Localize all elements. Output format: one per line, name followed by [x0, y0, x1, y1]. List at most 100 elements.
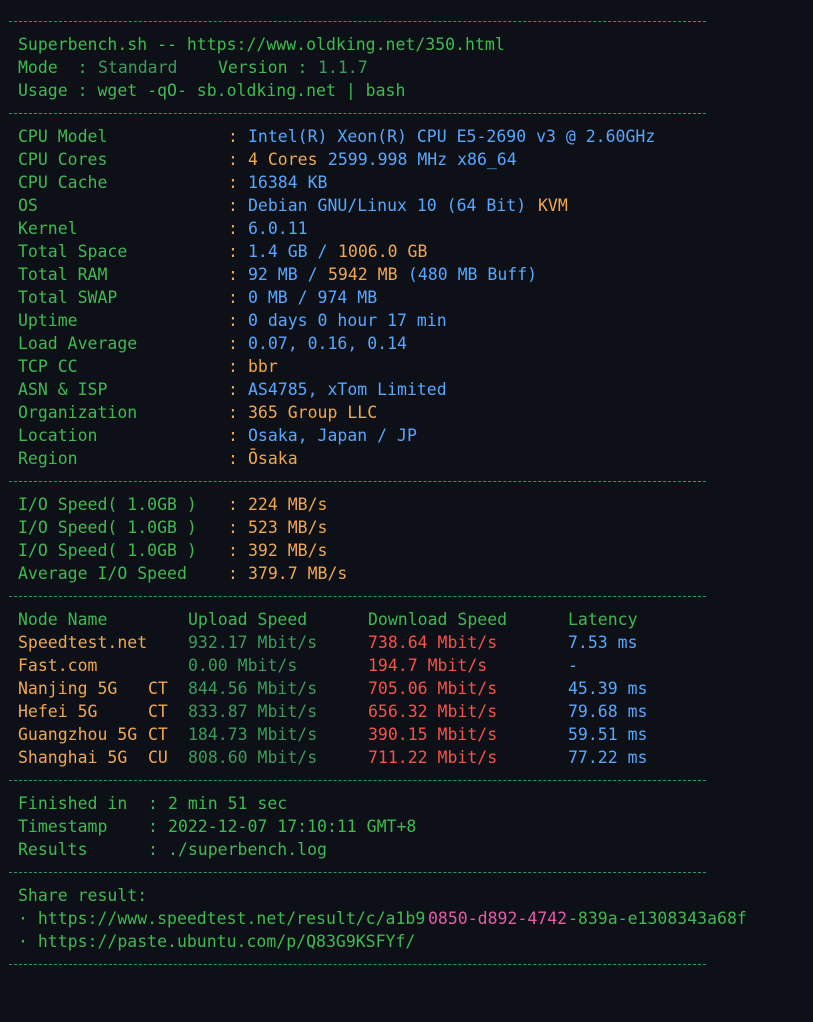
- divider: [9, 481, 706, 482]
- info-key: TCP CC: [18, 357, 78, 376]
- divider: [9, 964, 706, 965]
- latency: -: [568, 656, 578, 675]
- info-key: Uptime: [18, 311, 78, 330]
- node-name: Hefei 5G: [18, 702, 98, 721]
- colon: :: [228, 196, 248, 215]
- io-key: Average I/O Speed: [18, 564, 187, 583]
- cpu-cores-row: CPU Cores : 4 Cores 2599.998 MHz x86_64: [0, 148, 517, 171]
- info-value: Ōsaka: [248, 449, 298, 468]
- colon: :: [228, 311, 248, 330]
- latency: 45.39 ms: [568, 679, 648, 698]
- total-swap-row: Total SWAP : 0 MB / 974 MB: [0, 286, 377, 309]
- colon: :: [228, 334, 248, 353]
- colon: :: [228, 426, 248, 445]
- io-key: I/O Speed( 1.0GB ): [18, 518, 197, 537]
- title-line: Superbench.sh -- https://www.oldking.net…: [0, 33, 505, 56]
- isp-code: CT: [148, 725, 168, 744]
- kernel-row: Kernel : 6.0.11: [0, 217, 308, 240]
- info-value: 16384 KB: [248, 173, 328, 192]
- cpu-cache-row: CPU Cache : 16384 KB: [0, 171, 327, 194]
- speed-row: Nanjing 5G CT 844.56 Mbit/s 705.06 Mbit/…: [0, 677, 647, 700]
- mode-line: Mode : Standard Version : 1.1.7: [0, 56, 368, 79]
- share-link-paste[interactable]: · https://paste.ubuntu.com/p/Q83G9KSFYf/: [0, 930, 415, 953]
- colon: :: [228, 173, 248, 192]
- download-speed: 656.32 Mbit/s: [368, 702, 498, 721]
- share-label: Share result:: [18, 886, 148, 905]
- footer-key: Timestamp: [18, 817, 108, 836]
- total-space-row: Total Space : 1.4 GB / 1006.0 GB: [0, 240, 427, 263]
- download-speed: 705.06 Mbit/s: [368, 679, 498, 698]
- info-value: KVM: [538, 196, 568, 215]
- colon: :: [228, 518, 248, 537]
- colon: :: [228, 242, 248, 261]
- upload-speed: 833.87 Mbit/s: [188, 702, 318, 721]
- speed-row: Guangzhou 5G CT 184.73 Mbit/s 390.15 Mbi…: [0, 723, 647, 746]
- share-link-part[interactable]: 0850-d892-4742: [428, 907, 567, 930]
- info-value: 0 days 0 hour 17 min: [248, 311, 447, 330]
- colon: :: [148, 840, 168, 859]
- info-value: Intel(R) Xeon(R) CPU E5-2690 v3 @ 2.60GH…: [248, 127, 656, 146]
- usage-line: Usage : wget -qO- sb.oldking.net | bash: [0, 79, 405, 102]
- upload-speed: 0.00 Mbit/s: [188, 656, 298, 675]
- latency: 59.51 ms: [568, 725, 648, 744]
- col-header-node: Node Name: [18, 610, 108, 629]
- io-value: 392 MB/s: [248, 541, 328, 560]
- upload-speed: 808.60 Mbit/s: [188, 748, 318, 767]
- timestamp-row: Timestamp : 2022-12-07 17:10:11 GMT+8: [0, 815, 416, 838]
- latency: 77.22 ms: [568, 748, 648, 767]
- divider: [9, 780, 706, 781]
- speed-row: Hefei 5G CT 833.87 Mbit/s 656.32 Mbit/s …: [0, 700, 647, 723]
- info-value: 1.4 GB /: [248, 242, 338, 261]
- speed-row: Fast.com 0.00 Mbit/s 194.7 Mbit/s -: [0, 654, 578, 677]
- node-name: Shanghai 5G: [18, 748, 128, 767]
- share-link-part[interactable]: · https://paste.ubuntu.com/p/Q83G9KSFYf/: [18, 930, 415, 953]
- info-value: AS4785, xTom Limited: [248, 380, 447, 399]
- io-value: 224 MB/s: [248, 495, 328, 514]
- info-value: 365 Group LLC: [248, 403, 378, 422]
- upload-speed: 844.56 Mbit/s: [188, 679, 318, 698]
- mode-value: Standard: [98, 58, 178, 77]
- info-key: Organization: [18, 403, 138, 422]
- info-value: 0 MB / 974 MB: [248, 288, 378, 307]
- colon: :: [148, 817, 168, 836]
- colon: :: [228, 265, 248, 284]
- share-link-part[interactable]: -839a-e1308343a68f: [568, 907, 747, 930]
- info-key: CPU Model: [18, 127, 108, 146]
- node-name: Speedtest.net: [18, 633, 148, 652]
- download-speed: 390.15 Mbit/s: [368, 725, 498, 744]
- col-header-download: Download Speed: [368, 610, 508, 629]
- footer-value: 2022-12-07 17:10:11 GMT+8: [168, 817, 417, 836]
- share-label-row: Share result:: [0, 884, 147, 907]
- os-row: OS : Debian GNU/Linux 10 (64 Bit) KVM: [0, 194, 568, 217]
- info-key: OS: [18, 196, 38, 215]
- info-key: Total Space: [18, 242, 128, 261]
- io-key: I/O Speed( 1.0GB ): [18, 495, 197, 514]
- isp-code: CU: [148, 748, 168, 767]
- share-link-part[interactable]: · https://www.speedtest.net/result/c/a1b…: [18, 907, 425, 930]
- asn-isp-row: ASN & ISP : AS4785, xTom Limited: [0, 378, 447, 401]
- total-ram-row: Total RAM : 92 MB / 5942 MB (480 MB Buff…: [0, 263, 537, 286]
- info-key: Region: [18, 449, 78, 468]
- info-key: Load Average: [18, 334, 138, 353]
- share-link-speedtest[interactable]: · https://www.speedtest.net/result/c/a1b…: [0, 907, 747, 930]
- colon: :: [228, 541, 248, 560]
- io-value: 523 MB/s: [248, 518, 328, 537]
- divider: [9, 596, 706, 597]
- info-key: CPU Cache: [18, 173, 108, 192]
- tcp-cc-row: TCP CC : bbr: [0, 355, 278, 378]
- speed-row: Shanghai 5G CU 808.60 Mbit/s 711.22 Mbit…: [0, 746, 647, 769]
- colon: :: [228, 403, 248, 422]
- info-value: Osaka, Japan / JP: [248, 426, 417, 445]
- info-value: Debian GNU/Linux 10 (64 Bit): [248, 196, 537, 215]
- mode-label: Mode :: [18, 58, 98, 77]
- terminal-window: Superbench.sh -- https://www.oldking.net…: [0, 0, 813, 978]
- upload-speed: 184.73 Mbit/s: [188, 725, 318, 744]
- footer-value: 2 min 51 sec: [168, 794, 288, 813]
- colon: :: [228, 288, 248, 307]
- colon: :: [228, 219, 248, 238]
- info-key: ASN & ISP: [18, 380, 108, 399]
- version-label: Version :: [218, 58, 318, 77]
- divider: [9, 872, 706, 873]
- results-row: Results : ./superbench.log: [0, 838, 327, 861]
- footer-key: Results: [18, 840, 88, 859]
